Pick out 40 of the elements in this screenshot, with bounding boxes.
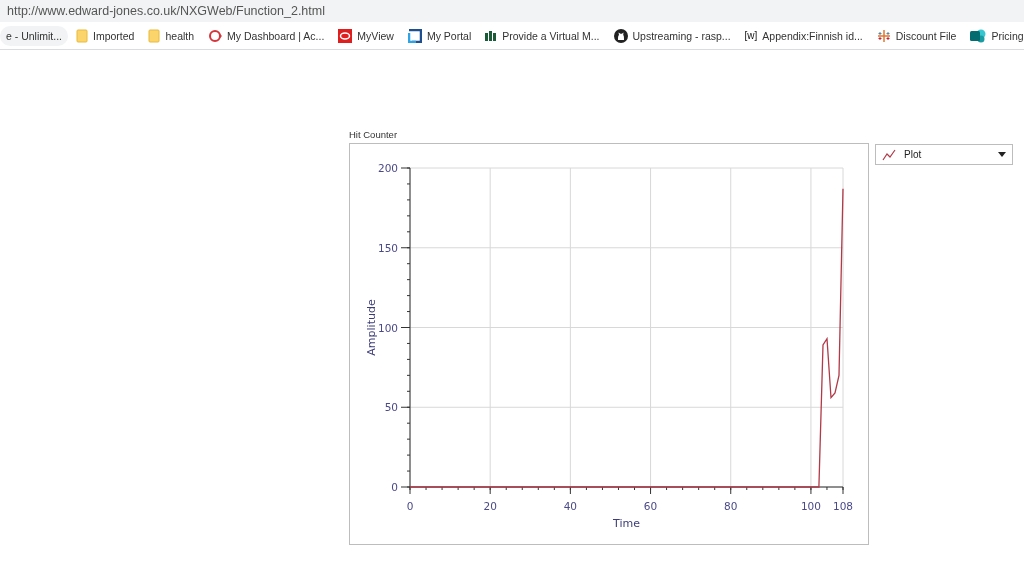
bookmark[interactable]: e - Unlimit... <box>0 25 68 46</box>
plot-dropdown[interactable]: Plot <box>875 144 1013 165</box>
bookmark[interactable]: My Dashboard | Ac... <box>202 24 331 47</box>
bookmark[interactable]: MyView <box>332 24 400 47</box>
y-tick-label: 150 <box>377 241 398 254</box>
x-axis-label: Time <box>613 517 640 530</box>
square-icon <box>407 28 422 43</box>
line-chart-icon <box>882 148 896 161</box>
oval-icon <box>338 28 353 43</box>
y-axis-label: Amplitude <box>365 299 378 356</box>
x-tick-label: 20 <box>483 500 497 512</box>
x-tick-label: 80 <box>724 500 738 512</box>
ring-icon <box>208 28 223 43</box>
x-tick-label: 0 <box>406 500 414 512</box>
wiki-icon: [w] <box>744 30 758 41</box>
folder-icon <box>76 28 88 43</box>
cat-icon <box>613 28 628 43</box>
x-tick-label: 108 <box>833 500 853 512</box>
cross-icon <box>876 28 891 43</box>
bookmark[interactable]: Upstreaming - rasp... <box>607 24 737 47</box>
x-tick-label: 40 <box>563 500 578 512</box>
x-tick-label: 100 <box>800 500 821 512</box>
y-tick-label: 200 <box>377 162 398 174</box>
bookmark[interactable]: Imported <box>70 24 141 47</box>
bookmark[interactable]: Provide a Virtual M... <box>479 25 606 46</box>
bookmark[interactable]: My Portal <box>401 24 478 47</box>
circle-icon <box>970 28 987 43</box>
x-tick-label: 60 <box>643 500 658 512</box>
chart-title: Hit Counter <box>349 129 399 140</box>
bookmark[interactable]: [w] Appendix:Finnish id... <box>738 25 869 46</box>
bars-icon <box>485 30 498 41</box>
address-url[interactable]: http://www.edward-jones.co.uk/NXGWeb/Function_2.html <box>7 4 325 18</box>
y-tick-label: 50 <box>384 401 398 414</box>
bookmark[interactable]: Pricing <box>964 24 1024 47</box>
caret-icon <box>998 152 1006 157</box>
bookmark[interactable]: Discount File <box>870 24 963 47</box>
folder-icon <box>148 28 161 43</box>
y-tick-label: 100 <box>377 321 398 334</box>
bookmark[interactable]: health <box>142 24 201 47</box>
y-tick-label: 0 <box>391 481 398 493</box>
